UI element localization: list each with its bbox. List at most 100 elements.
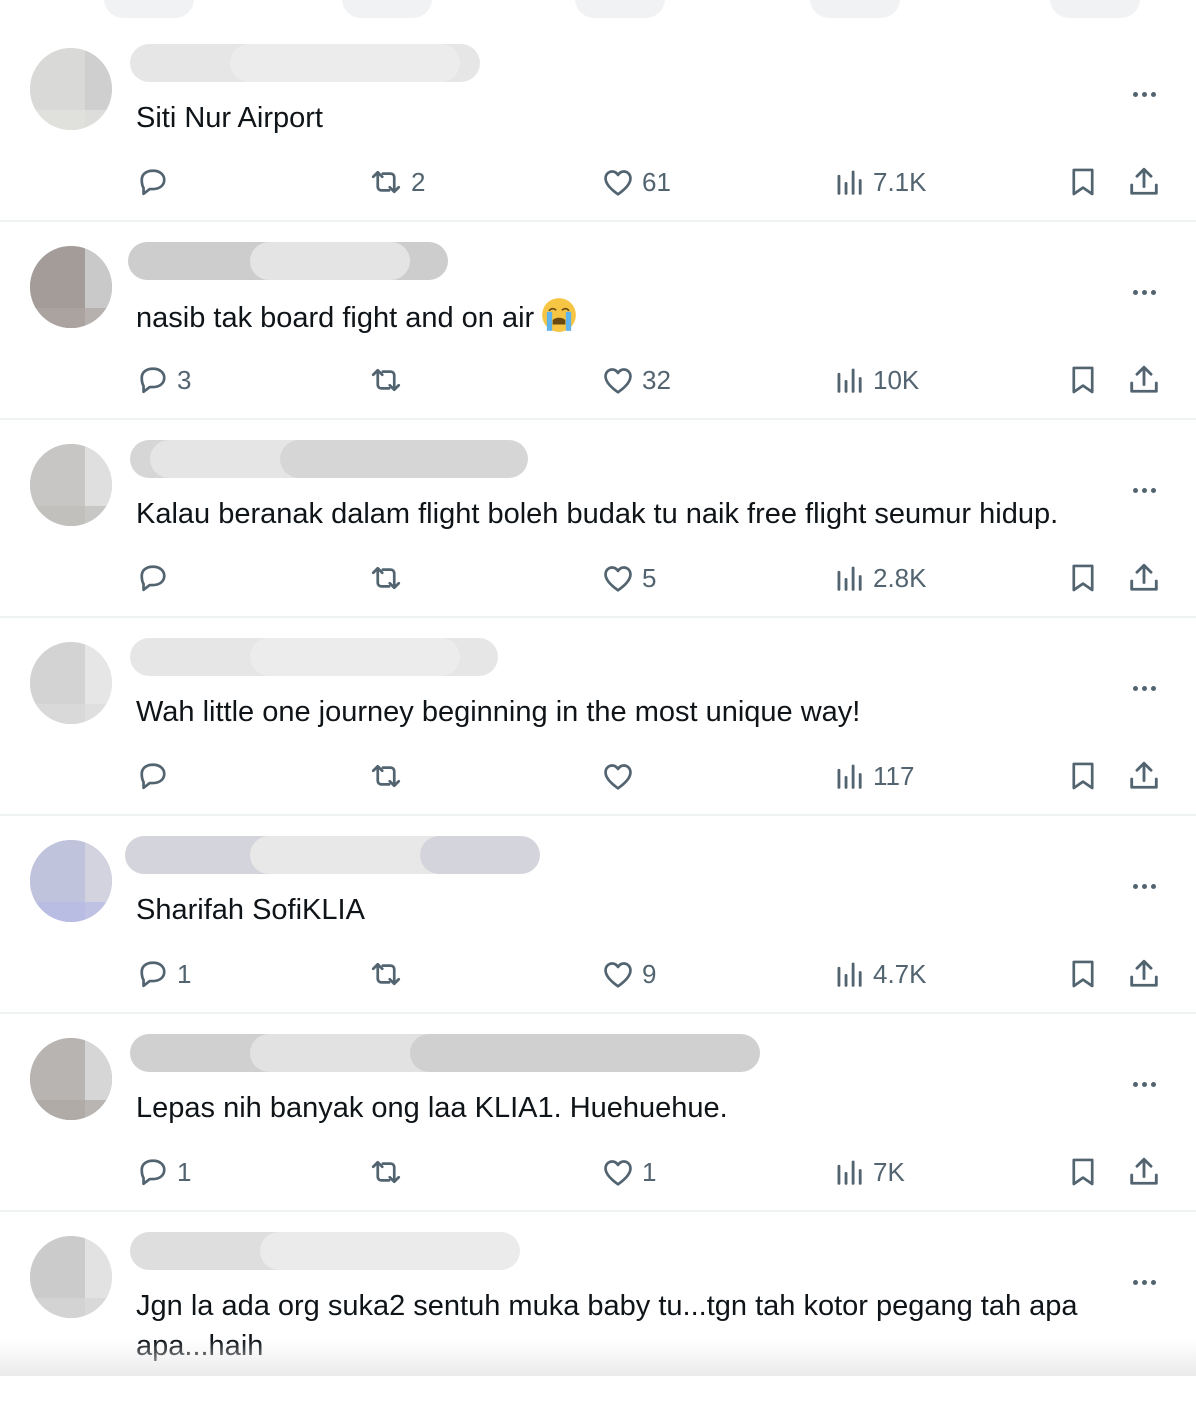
view-count: 4.7K: [873, 958, 927, 989]
avatar[interactable]: [30, 246, 112, 328]
reply-icon: [135, 362, 171, 398]
views-button[interactable]: 7.1K: [833, 162, 927, 202]
avatar[interactable]: [30, 840, 112, 922]
reply-button[interactable]: 1: [135, 1152, 191, 1192]
reply-icon: [135, 560, 171, 596]
bookmark-icon: [1066, 560, 1100, 596]
action-bar: 117: [0, 756, 1196, 796]
repost-button[interactable]: [367, 954, 411, 994]
views-button[interactable]: 2.8K: [833, 558, 927, 598]
avatar[interactable]: [30, 444, 112, 526]
share-icon: [1126, 758, 1162, 794]
reply-button[interactable]: 3: [135, 360, 191, 400]
bookmark-button[interactable]: [1066, 360, 1100, 400]
repost-icon: [367, 956, 405, 992]
bookmark-button[interactable]: [1066, 558, 1100, 598]
loudly-crying-face-icon: [534, 298, 578, 334]
reply-text: Lepas nih banyak ong laa KLIA1. Huehuehu…: [136, 1088, 1146, 1128]
reply-button[interactable]: [135, 162, 177, 202]
reply-item: Jgn la ada org suka2 sentuh muka baby tu…: [0, 1212, 1196, 1410]
share-button[interactable]: [1126, 558, 1162, 598]
reply-icon: [135, 1154, 171, 1190]
avatar[interactable]: [30, 1038, 112, 1120]
share-button[interactable]: [1126, 1152, 1162, 1192]
reply-text: Siti Nur Airport: [136, 98, 1146, 138]
reply-text: Kalau beranak dalam flight boleh budak t…: [136, 494, 1146, 534]
reply-button[interactable]: 1: [135, 954, 191, 994]
action-bar: 5 2.8K: [0, 558, 1196, 598]
repost-button[interactable]: [367, 756, 411, 796]
views-icon: [833, 1154, 867, 1190]
views-icon: [833, 956, 867, 992]
action-bar: 1 1 7K: [0, 1152, 1196, 1192]
like-count: 61: [642, 166, 671, 197]
reply-count: 3: [177, 364, 192, 395]
avatar[interactable]: [30, 642, 112, 724]
reply-text-content: Jgn la ada org suka2 sentuh muka baby tu…: [136, 1290, 1078, 1362]
repost-button[interactable]: [367, 360, 411, 400]
views-icon: [833, 362, 867, 398]
bookmark-button[interactable]: [1066, 1152, 1100, 1192]
share-icon: [1126, 1154, 1162, 1190]
reply-text-content: Kalau beranak dalam flight boleh budak t…: [136, 498, 1059, 530]
like-button[interactable]: 32: [600, 360, 671, 400]
views-button[interactable]: 7K: [833, 1152, 905, 1192]
repost-icon: [367, 560, 405, 596]
reply-text-content: Wah little one journey beginning in the …: [136, 696, 861, 728]
like-icon: [600, 758, 636, 794]
views-button[interactable]: 117: [833, 756, 914, 796]
like-button[interactable]: 9: [600, 954, 656, 994]
reply-text-content: Sharifah SofiKLIA: [136, 894, 365, 926]
reply-count: 1: [177, 1156, 192, 1187]
repost-button[interactable]: 2: [367, 162, 425, 202]
reply-text-content: Lepas nih banyak ong laa KLIA1. Huehuehu…: [136, 1092, 728, 1124]
bookmark-button[interactable]: [1066, 756, 1100, 796]
views-button[interactable]: 4.7K: [833, 954, 927, 994]
like-icon: [600, 1154, 636, 1190]
bookmark-icon: [1066, 956, 1100, 992]
share-button[interactable]: [1126, 360, 1162, 400]
like-count: 5: [642, 562, 657, 593]
share-icon: [1126, 560, 1162, 596]
share-button[interactable]: [1126, 162, 1162, 202]
bookmark-icon: [1066, 362, 1100, 398]
action-bar: 1 9 4.7K: [0, 954, 1196, 994]
like-icon: [600, 362, 636, 398]
like-button[interactable]: 5: [600, 558, 656, 598]
avatar[interactable]: [30, 1236, 112, 1318]
action-bar: 2 61 7.1K: [0, 162, 1196, 202]
reply-text: Sharifah SofiKLIA: [136, 890, 1146, 930]
reply-item: Kalau beranak dalam flight boleh budak t…: [0, 420, 1196, 618]
bookmark-button[interactable]: [1066, 162, 1100, 202]
repost-button[interactable]: [367, 1152, 411, 1192]
like-button[interactable]: 1: [600, 1152, 656, 1192]
reply-item: Wah little one journey beginning in the …: [0, 618, 1196, 816]
like-count: 9: [642, 958, 657, 989]
reply-icon: [135, 956, 171, 992]
repost-button[interactable]: [367, 558, 411, 598]
repost-icon: [367, 758, 405, 794]
reply-count: 1: [177, 958, 192, 989]
reply-text: nasib tak board fight and on air: [136, 296, 1146, 338]
share-button[interactable]: [1126, 756, 1162, 796]
like-button[interactable]: [600, 756, 642, 796]
view-count: 117: [873, 760, 915, 791]
reply-button[interactable]: [135, 558, 177, 598]
previous-reply-fade: [0, 0, 1196, 22]
like-count: 1: [642, 1156, 657, 1187]
repost-count: 2: [411, 166, 426, 197]
views-icon: [833, 164, 867, 200]
reply-text: Wah little one journey beginning in the …: [136, 692, 1146, 732]
like-button[interactable]: 61: [600, 162, 671, 202]
avatar[interactable]: [30, 48, 112, 130]
share-icon: [1126, 956, 1162, 992]
reply-button[interactable]: [135, 756, 177, 796]
views-button[interactable]: 10K: [833, 360, 919, 400]
view-count: 7K: [873, 1156, 905, 1187]
reply-text: Jgn la ada org suka2 sentuh muka baby tu…: [136, 1286, 1146, 1366]
views-icon: [833, 560, 867, 596]
reply-icon: [135, 758, 171, 794]
bookmark-button[interactable]: [1066, 954, 1100, 994]
share-button[interactable]: [1126, 954, 1162, 994]
repost-icon: [367, 164, 405, 200]
